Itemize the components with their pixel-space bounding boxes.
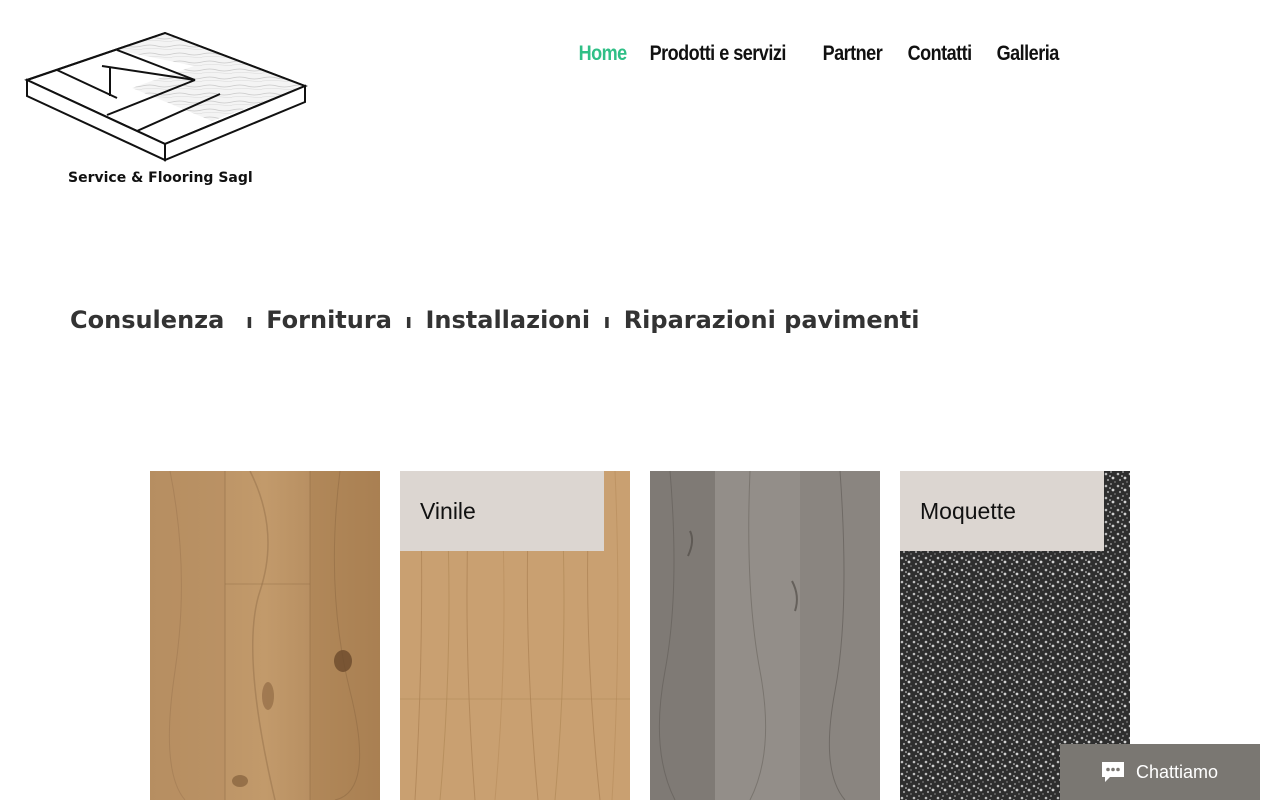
- services-tagline: Consulenza ı Fornitura ı Installazioni ı…: [70, 306, 919, 334]
- product-card-vinyl[interactable]: Vinile: [400, 471, 630, 800]
- product-label: Vinile: [420, 498, 476, 524]
- grey-wood-texture-image: [650, 471, 880, 800]
- chat-label: Chattiamo: [1136, 761, 1219, 782]
- product-label: Moquette: [920, 498, 1016, 524]
- tagline-consulting: Consulenza: [70, 306, 225, 334]
- chat-bubble-icon: [1100, 760, 1126, 784]
- nav-gallery[interactable]: Galleria: [988, 40, 1072, 72]
- product-label-box: Vinile: [400, 471, 604, 551]
- brand-name: Service & Flooring Sagl: [68, 170, 253, 186]
- product-card-laminate[interactable]: [650, 471, 880, 800]
- oak-wood-texture-image: [150, 471, 380, 800]
- tagline-repairs: Riparazioni pavimenti: [623, 306, 920, 334]
- product-grid: Vinile Moquette: [150, 471, 1130, 800]
- tagline-supply: Fornitura: [266, 306, 392, 334]
- brand-logo[interactable]: Service & Flooring Sagl: [22, 18, 312, 198]
- floor-board-icon: [24, 31, 308, 162]
- product-label-box: Moquette: [900, 471, 1104, 551]
- nav-partner[interactable]: Partner: [814, 40, 895, 72]
- nav-home[interactable]: Home: [570, 40, 640, 72]
- chat-button[interactable]: Chattiamo: [1060, 744, 1260, 800]
- tagline-installation: Installazioni: [425, 306, 591, 334]
- main-nav: Home Prodotti e servizi Partner Contatti…: [570, 40, 1075, 72]
- product-card-parquet[interactable]: [150, 471, 380, 800]
- tagline-separator: ı: [603, 309, 611, 333]
- nav-products-services[interactable]: Prodotti e servizi: [641, 40, 799, 72]
- nav-contacts[interactable]: Contatti: [899, 40, 985, 72]
- tagline-separator: ı: [246, 309, 253, 333]
- tagline-separator: ı: [405, 309, 413, 333]
